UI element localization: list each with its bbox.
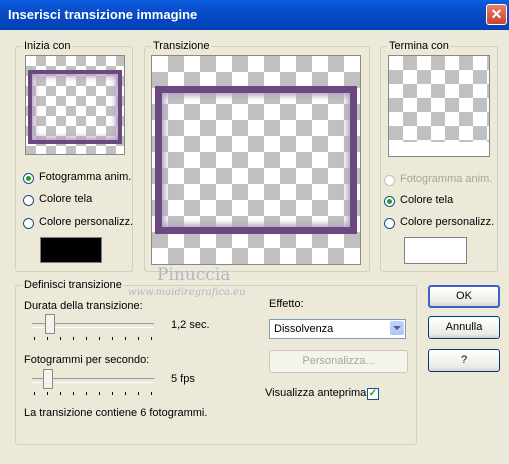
duration-value: 1,2 sec. xyxy=(171,319,210,331)
watermark-name: Pinuccia xyxy=(157,265,231,285)
start-label-custom-color: Colore personalizz. xyxy=(39,216,134,228)
customize-button[interactable]: Personalizza... xyxy=(269,350,408,373)
cancel-button[interactable]: Annulla xyxy=(428,316,500,339)
start-radio-anim-frame[interactable] xyxy=(23,173,34,184)
frame-count-info: La transizione contiene 6 fotogrammi. xyxy=(24,407,208,419)
check-icon: ✓ xyxy=(368,388,378,399)
transition-frame xyxy=(155,86,357,234)
start-label-anim-frame: Fotogramma anim. xyxy=(39,171,132,183)
end-label-custom-color: Colore personalizz. xyxy=(400,216,495,228)
end-radio-anim-frame[interactable] xyxy=(384,175,395,186)
title-bar: Inserisci transizione immagine ✕ xyxy=(0,0,509,30)
start-preview xyxy=(25,55,125,155)
end-label-canvas-color: Colore tela xyxy=(400,194,454,206)
effect-select[interactable]: Dissolvenza xyxy=(269,319,406,339)
duration-label: Durata della transizione: xyxy=(24,300,143,312)
watermark-site: www.maidiregrafica.eu xyxy=(128,287,246,298)
start-legend: Inizia con xyxy=(22,40,73,52)
effect-select-value: Dissolvenza xyxy=(274,323,334,335)
end-legend: Termina con xyxy=(387,40,451,52)
end-radio-canvas-color[interactable] xyxy=(384,196,395,207)
end-preview-bottom xyxy=(389,142,489,156)
preview-label: Visualizza anteprima xyxy=(265,387,367,399)
start-radio-canvas-color[interactable] xyxy=(23,195,34,206)
fps-ticks xyxy=(33,392,155,396)
start-color-swatch[interactable] xyxy=(40,237,102,263)
transition-preview xyxy=(151,55,361,265)
end-preview xyxy=(388,55,490,157)
window-title: Inserisci transizione immagine xyxy=(8,7,198,22)
help-button[interactable]: ? xyxy=(428,349,500,372)
transition-legend: Transizione xyxy=(151,40,212,52)
end-radio-custom-color[interactable] xyxy=(384,218,395,229)
effect-label: Effetto: xyxy=(269,298,304,310)
start-radio-custom-color[interactable] xyxy=(23,218,34,229)
end-label-anim-frame: Fotogramma anim. xyxy=(400,173,493,185)
close-icon: ✕ xyxy=(490,6,503,22)
define-legend: Definisci transizione xyxy=(22,279,124,291)
fps-slider-thumb[interactable] xyxy=(43,369,53,389)
fps-label: Fotogrammi per secondo: xyxy=(24,354,150,366)
start-frame xyxy=(28,70,122,144)
duration-ticks xyxy=(33,337,155,341)
chevron-down-icon[interactable] xyxy=(390,321,404,335)
duration-slider-thumb[interactable] xyxy=(45,314,55,334)
fps-value: 5 fps xyxy=(171,373,195,385)
preview-checkbox[interactable]: ✓ xyxy=(367,388,379,400)
close-button[interactable]: ✕ xyxy=(486,4,507,25)
ok-button[interactable]: OK xyxy=(428,285,500,308)
end-color-swatch[interactable] xyxy=(404,237,467,264)
start-label-canvas-color: Colore tela xyxy=(39,193,93,205)
